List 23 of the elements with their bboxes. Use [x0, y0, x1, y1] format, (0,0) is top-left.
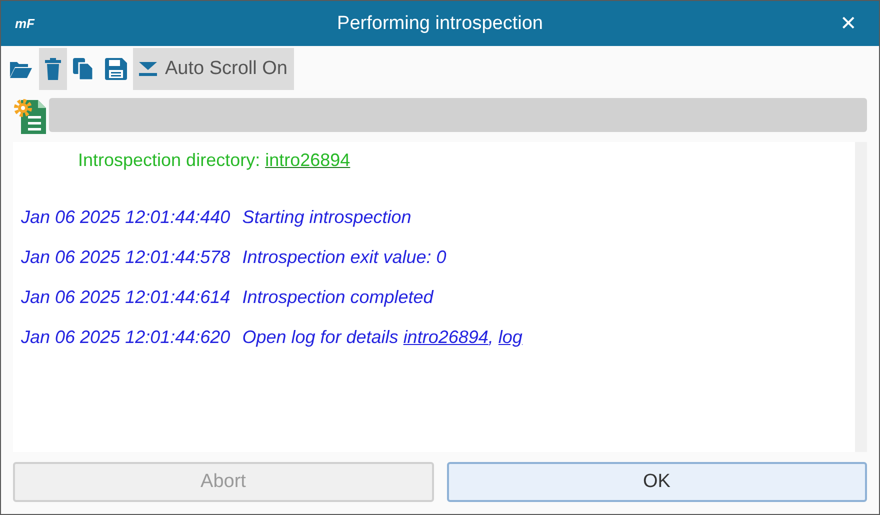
scroll-down-icon — [139, 62, 157, 76]
auto-scroll-button[interactable]: Auto Scroll On — [133, 48, 294, 90]
delete-button[interactable] — [39, 48, 67, 90]
ok-button[interactable]: OK — [446, 462, 867, 502]
trash-icon — [45, 58, 61, 80]
log-timestamp: Jan 06 2025 12:01:44:440 — [21, 207, 230, 227]
document-gear-icon — [13, 96, 47, 134]
app-logo: mF — [14, 15, 36, 33]
directory-label: Introspection directory: — [78, 150, 262, 170]
log-link[interactable]: log — [498, 327, 522, 347]
log-message: Open log for details intro26894, log — [242, 327, 522, 347]
folder-icon — [9, 59, 33, 79]
window-title: Performing introspection — [336, 12, 544, 34]
log-link[interactable]: intro26894 — [403, 327, 488, 347]
log-message: Starting introspection — [242, 207, 412, 227]
copy-icon — [73, 58, 93, 80]
log-timestamp: Jan 06 2025 12:01:44:620 — [21, 327, 230, 347]
save-icon — [105, 58, 127, 80]
log-timestamp: Jan 06 2025 12:01:44:614 — [21, 287, 230, 307]
log-timestamp: Jan 06 2025 12:01:44:578 — [21, 247, 230, 267]
close-button[interactable]: ✕ — [836, 11, 861, 36]
log-message: Introspection completed — [242, 287, 434, 307]
log-message: Introspection exit value: 0 — [242, 247, 446, 267]
